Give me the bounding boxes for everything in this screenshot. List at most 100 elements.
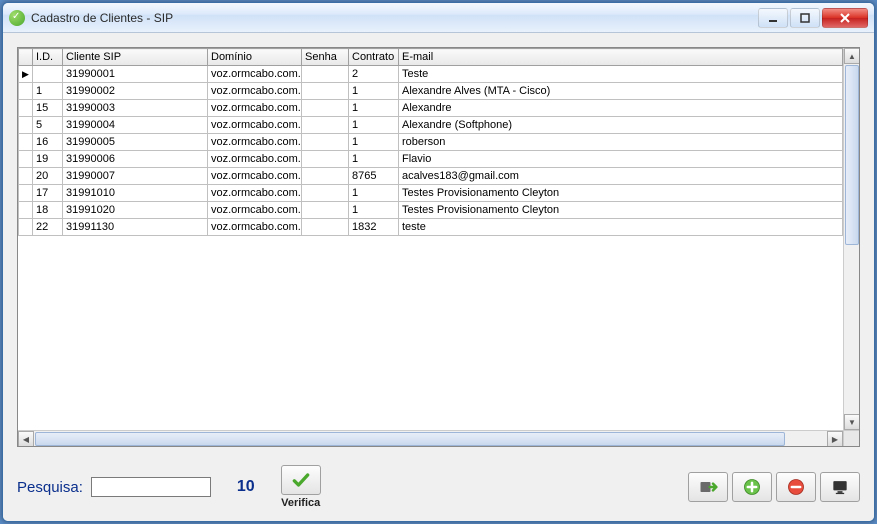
cell-senha[interactable]: · [302,151,349,168]
cell-id[interactable]: 5 [33,117,63,134]
close-button[interactable] [822,8,868,28]
export-button[interactable] [688,472,728,502]
cell-contrato[interactable]: 2 [349,66,399,83]
row-marker [19,134,33,151]
horizontal-scrollbar[interactable]: ◀ ▶ [18,430,843,446]
remove-button[interactable] [776,472,816,502]
cell-senha[interactable]: · [302,185,349,202]
cell-dominio[interactable]: voz.ormcabo.com.br [208,83,302,100]
table-row[interactable]: ▶2131990001voz.ormcabo.com.br·2Teste [19,66,843,83]
cell-contrato[interactable]: 1 [349,100,399,117]
cell-dominio[interactable]: voz.ormcabo.com.br [208,202,302,219]
table-row[interactable]: 1531990003voz.ormcabo.com.br·1Alexandre [19,100,843,117]
cell-senha[interactable]: · [302,66,349,83]
table-row[interactable]: 1831991020voz.ormcabo.com.br·1Testes Pro… [19,202,843,219]
table-row[interactable]: 1731991010voz.ormcabo.com.br·1Testes Pro… [19,185,843,202]
cell-email[interactable]: Alexandre Alves (MTA - Cisco) [399,83,843,100]
cell-id[interactable]: 19 [33,151,63,168]
grid-header-row[interactable]: I.D. Cliente SIP Domínio Senha Contrato … [19,49,843,66]
titlebar[interactable]: Cadastro de Clientes - SIP [3,3,874,33]
cell-dominio[interactable]: voz.ormcabo.com.br [208,117,302,134]
cell-cliente[interactable]: 31990006 [63,151,208,168]
cell-contrato[interactable]: 1 [349,202,399,219]
table-row[interactable]: 1931990006voz.ormcabo.com.br·1Flavio [19,151,843,168]
data-grid[interactable]: I.D. Cliente SIP Domínio Senha Contrato … [17,47,860,447]
table-row[interactable]: 531990004voz.ormcabo.com.br·1Alexandre (… [19,117,843,134]
cell-senha[interactable]: · [302,83,349,100]
cell-email[interactable]: Teste [399,66,843,83]
monitor-button[interactable] [820,472,860,502]
cell-email[interactable]: acalves183@gmail.com [399,168,843,185]
cell-dominio[interactable]: voz.ormcabo.com.br [208,134,302,151]
cell-contrato[interactable]: 1 [349,134,399,151]
cell-senha[interactable]: · [302,134,349,151]
row-marker [19,151,33,168]
cell-senha[interactable]: · [302,219,349,236]
cell-cliente[interactable]: 31990004 [63,117,208,134]
table-row[interactable]: 131990002voz.ormcabo.com.br·1Alexandre A… [19,83,843,100]
cell-id[interactable]: 20 [33,168,63,185]
table-row[interactable]: 2231991130voz.ormcabo.com.br·1832teste [19,219,843,236]
maximize-button[interactable] [790,8,820,28]
row-marker [19,117,33,134]
grid-header-senha[interactable]: Senha [302,49,349,66]
cell-email[interactable]: Alexandre (Softphone) [399,117,843,134]
cell-senha[interactable]: · [302,117,349,134]
cell-email[interactable]: Testes Provisionamento Cleyton [399,202,843,219]
add-icon [742,477,762,497]
cell-id[interactable]: 17 [33,185,63,202]
cell-dominio[interactable]: voz.ormcabo.com.br [208,185,302,202]
grid-header-cliente[interactable]: Cliente SIP [63,49,208,66]
verify-button[interactable] [281,465,321,495]
search-input[interactable] [91,477,211,497]
horizontal-scroll-thumb[interactable] [35,432,785,446]
cell-cliente[interactable]: 31990001 [63,66,208,83]
scroll-left-icon[interactable]: ◀ [18,431,34,447]
cell-dominio[interactable]: voz.ormcabo.com.br [208,168,302,185]
cell-email[interactable]: Testes Provisionamento Cleyton [399,185,843,202]
cell-cliente[interactable]: 31991020 [63,202,208,219]
grid-header-dominio[interactable]: Domínio [208,49,302,66]
cell-id[interactable]: 16 [33,134,63,151]
cell-cliente[interactable]: 31990007 [63,168,208,185]
grid-header-contrato[interactable]: Contrato [349,49,399,66]
grid-header-id[interactable]: I.D. [33,49,63,66]
vertical-scrollbar[interactable]: ▲ ▼ [843,48,859,430]
cell-dominio[interactable]: voz.ormcabo.com.br [208,66,302,83]
scroll-right-icon[interactable]: ▶ [827,431,843,447]
cell-dominio[interactable]: voz.ormcabo.com.br [208,151,302,168]
cell-contrato[interactable]: 8765 [349,168,399,185]
vertical-scroll-thumb[interactable] [845,65,859,245]
grid-header-email[interactable]: E-mail [399,49,843,66]
cell-cliente[interactable]: 31990002 [63,83,208,100]
scroll-up-icon[interactable]: ▲ [844,48,860,64]
cell-id[interactable]: 21 [33,66,63,83]
scroll-down-icon[interactable]: ▼ [844,414,860,430]
cell-email[interactable]: teste [399,219,843,236]
table-row[interactable]: 2031990007voz.ormcabo.com.br·8765acalves… [19,168,843,185]
add-button[interactable] [732,472,772,502]
cell-email[interactable]: Flavio [399,151,843,168]
cell-cliente[interactable]: 31991130 [63,219,208,236]
cell-contrato[interactable]: 1 [349,117,399,134]
cell-senha[interactable]: · [302,202,349,219]
cell-senha[interactable]: · [302,100,349,117]
cell-senha[interactable]: · [302,168,349,185]
cell-dominio[interactable]: voz.ormcabo.com.br [208,100,302,117]
minimize-button[interactable] [758,8,788,28]
cell-cliente[interactable]: 31991010 [63,185,208,202]
cell-email[interactable]: roberson [399,134,843,151]
cell-contrato[interactable]: 1 [349,185,399,202]
cell-contrato[interactable]: 1 [349,151,399,168]
cell-id[interactable]: 15 [33,100,63,117]
cell-contrato[interactable]: 1 [349,83,399,100]
cell-id[interactable]: 1 [33,83,63,100]
cell-id[interactable]: 22 [33,219,63,236]
cell-id[interactable]: 18 [33,202,63,219]
cell-email[interactable]: Alexandre [399,100,843,117]
table-row[interactable]: 1631990005voz.ormcabo.com.br·1roberson [19,134,843,151]
cell-dominio[interactable]: voz.ormcabo.com.br [208,219,302,236]
cell-contrato[interactable]: 1832 [349,219,399,236]
cell-cliente[interactable]: 31990003 [63,100,208,117]
cell-cliente[interactable]: 31990005 [63,134,208,151]
